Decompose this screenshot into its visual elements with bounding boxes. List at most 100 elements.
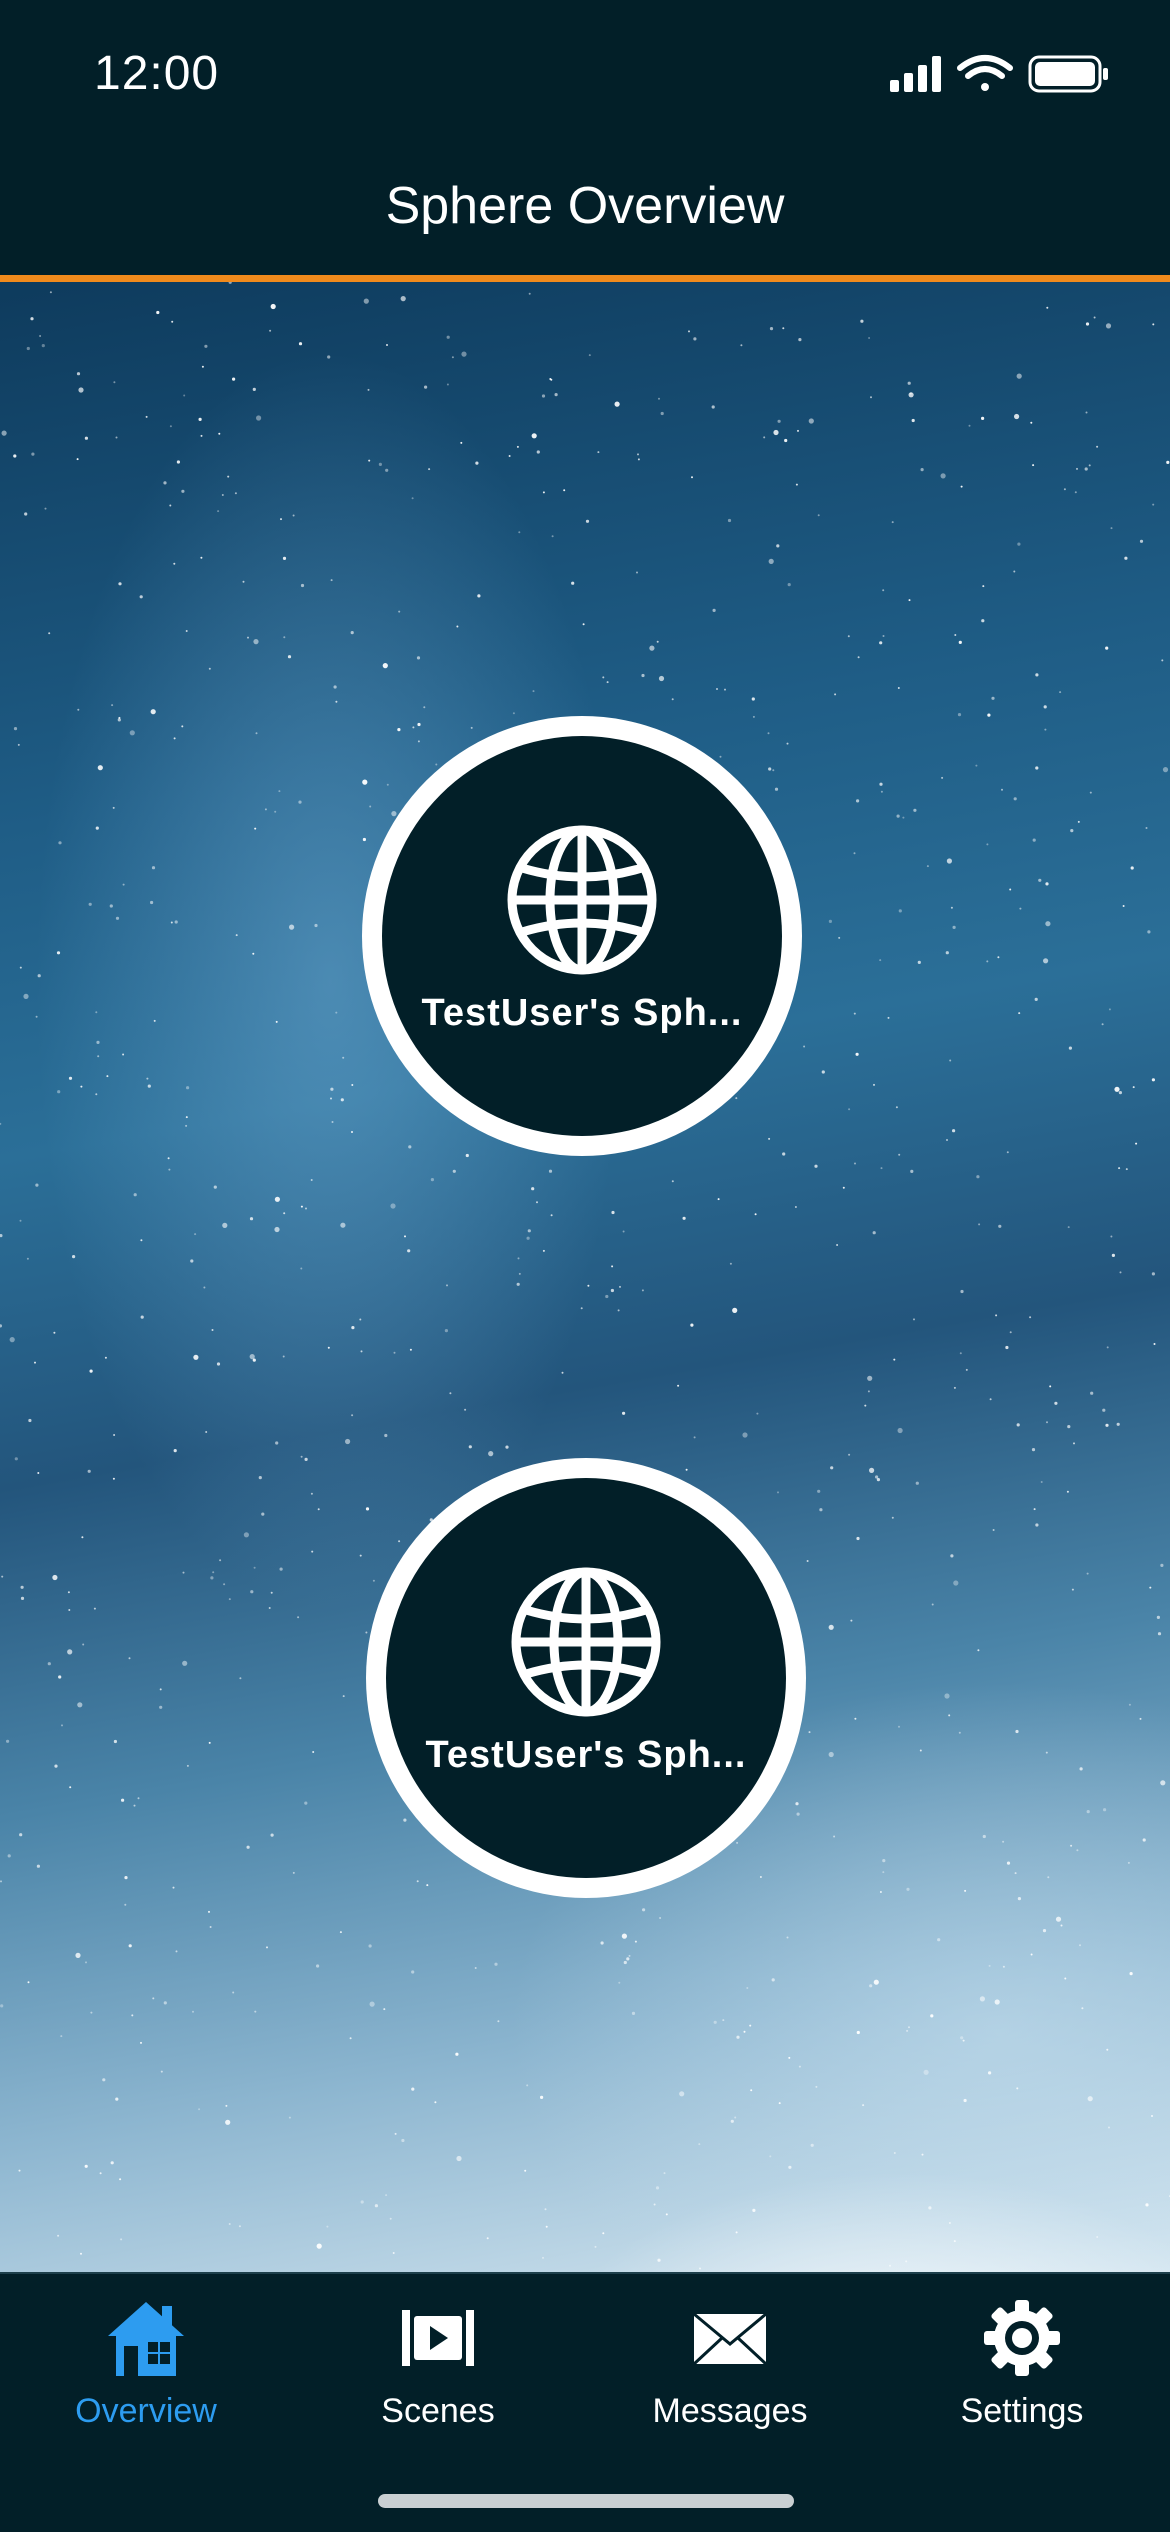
star — [656, 640, 659, 643]
star — [110, 2161, 114, 2165]
star — [879, 641, 883, 645]
star — [848, 1108, 851, 1111]
star — [1088, 464, 1091, 467]
star — [1059, 691, 1062, 694]
star — [637, 453, 639, 456]
star — [1124, 556, 1128, 560]
star — [693, 1436, 696, 1439]
star — [386, 783, 389, 786]
star — [879, 782, 883, 786]
star — [784, 438, 788, 443]
star — [104, 1356, 107, 1359]
tab-messages[interactable]: Messages — [584, 2298, 876, 2468]
star — [1145, 2203, 1149, 2207]
star — [331, 1121, 334, 1123]
star — [864, 1404, 867, 1407]
star — [186, 1764, 189, 1767]
star — [1079, 1944, 1081, 1947]
star — [72, 1255, 76, 1259]
status-icons — [890, 55, 1108, 93]
star — [880, 790, 883, 793]
star — [941, 776, 944, 779]
star — [1055, 1916, 1062, 1922]
star — [773, 429, 779, 436]
star — [186, 1086, 190, 1090]
star — [446, 1284, 448, 1287]
star — [1047, 1876, 1050, 1879]
star — [617, 1309, 620, 1312]
sphere-card-2[interactable]: TestUser's Sph... — [366, 1458, 806, 1898]
star — [749, 2024, 752, 2027]
star — [978, 1223, 981, 1226]
star — [898, 1725, 900, 1728]
star — [907, 381, 911, 385]
star — [794, 1206, 797, 1208]
star — [1, 1575, 4, 1578]
star — [856, 2030, 860, 2035]
star — [1129, 1972, 1133, 1976]
star — [408, 1145, 412, 1149]
star — [1049, 1385, 1052, 1388]
star — [952, 1129, 956, 1133]
star — [869, 1467, 875, 1473]
star — [1162, 767, 1169, 773]
star — [541, 394, 546, 398]
star — [44, 507, 47, 510]
star — [554, 393, 558, 397]
star — [798, 2065, 801, 2068]
star — [258, 1476, 262, 1480]
tab-label: Settings — [960, 2392, 1084, 2430]
star — [880, 1167, 883, 1170]
star — [470, 726, 473, 729]
star — [1009, 888, 1012, 891]
star — [227, 475, 230, 478]
star — [97, 765, 103, 771]
star — [1151, 1078, 1155, 1082]
star — [548, 1169, 553, 1173]
star — [879, 1891, 882, 1893]
star — [88, 902, 92, 906]
tab-scenes[interactable]: Scenes — [292, 2298, 584, 2468]
star — [1032, 464, 1035, 467]
star — [1064, 1977, 1067, 1980]
star — [326, 2225, 329, 2228]
star — [456, 2155, 462, 2162]
star — [223, 1583, 226, 1586]
star — [1160, 1563, 1164, 1567]
star — [160, 2070, 163, 2073]
star — [351, 1326, 355, 1330]
star — [274, 1226, 280, 1233]
star — [477, 594, 481, 598]
tab-overview[interactable]: Overview — [0, 2298, 292, 2468]
star — [171, 320, 174, 323]
star — [908, 599, 911, 602]
star — [1016, 373, 1022, 379]
star — [128, 1944, 132, 1948]
star — [1017, 1897, 1022, 1901]
star — [806, 1560, 809, 1562]
star — [300, 583, 305, 588]
star — [897, 687, 900, 689]
star — [131, 2014, 134, 2017]
star — [391, 811, 397, 817]
star — [176, 460, 180, 464]
tab-settings[interactable]: Settings — [876, 2298, 1168, 2468]
star — [151, 866, 156, 870]
star — [873, 1083, 875, 1086]
star — [828, 919, 833, 924]
star — [49, 291, 52, 294]
star — [873, 1979, 879, 1985]
star — [814, 1164, 818, 1168]
star — [1045, 882, 1049, 886]
star — [906, 2029, 909, 2032]
star — [975, 764, 978, 767]
sphere-card-1[interactable]: TestUser's Sph... — [362, 716, 802, 1156]
star — [201, 365, 204, 368]
star — [335, 1011, 338, 1014]
star — [808, 418, 814, 424]
star — [958, 1731, 961, 1734]
star — [446, 335, 450, 339]
star — [953, 1580, 959, 1586]
star — [159, 1688, 162, 1691]
star — [310, 1179, 313, 1181]
